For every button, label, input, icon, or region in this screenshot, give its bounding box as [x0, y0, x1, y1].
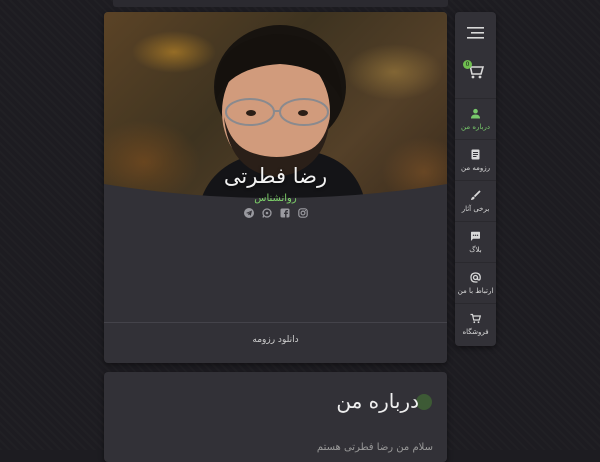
nav-item-about[interactable]: درباره من: [455, 99, 496, 140]
nav-item-contact[interactable]: ارتباط با من: [455, 263, 496, 304]
nav-item-label: بلاگ: [469, 246, 482, 254]
nav-item-shop[interactable]: فروشگاه: [455, 304, 496, 344]
instagram-icon[interactable]: [297, 208, 308, 218]
person-icon: [471, 108, 480, 119]
chat-icon: [471, 231, 480, 241]
whatsapp-icon[interactable]: [261, 208, 272, 218]
top-bar: [113, 0, 448, 7]
profile-role: روانشناس: [254, 193, 297, 204]
nav-item-works[interactable]: برخی آثار: [455, 181, 496, 222]
about-title: درباره من: [336, 389, 419, 413]
profile-card: رضا فطرتی روانشناس دانلود رزومه: [104, 12, 447, 363]
brush-icon: [471, 190, 481, 201]
nav-item-label: درباره من: [461, 123, 490, 131]
menu-icon[interactable]: [467, 27, 484, 39]
download-resume-button[interactable]: دانلود رزومه: [104, 335, 447, 345]
cart-icon: [470, 313, 481, 324]
nav-item-resume[interactable]: رزومه من: [455, 140, 496, 181]
facebook-icon[interactable]: [280, 208, 290, 218]
cart-count-badge: 0: [463, 60, 472, 69]
social-links: [104, 208, 447, 218]
telegram-icon[interactable]: [243, 208, 254, 218]
nav-item-label: فروشگاه: [462, 328, 489, 336]
about-first-line: سلام من رضا فطرتی هستم: [316, 442, 433, 453]
profile-name: رضا فطرتی: [223, 164, 328, 188]
side-nav: 0 درباره من رزومه من برخی آثار بلاگ ارتب…: [455, 12, 496, 346]
card-divider: [104, 322, 447, 323]
document-icon: [471, 149, 480, 160]
nav-item-label: ارتباط با من: [457, 287, 494, 295]
about-card: درباره من سلام من رضا فطرتی هستم: [104, 372, 447, 462]
nav-item-blog[interactable]: بلاگ: [455, 222, 496, 263]
nav-item-label: رزومه من: [461, 164, 490, 172]
nav-top: 0: [455, 12, 496, 99]
at-icon: [470, 272, 481, 283]
nav-item-label: برخی آثار: [461, 205, 490, 213]
